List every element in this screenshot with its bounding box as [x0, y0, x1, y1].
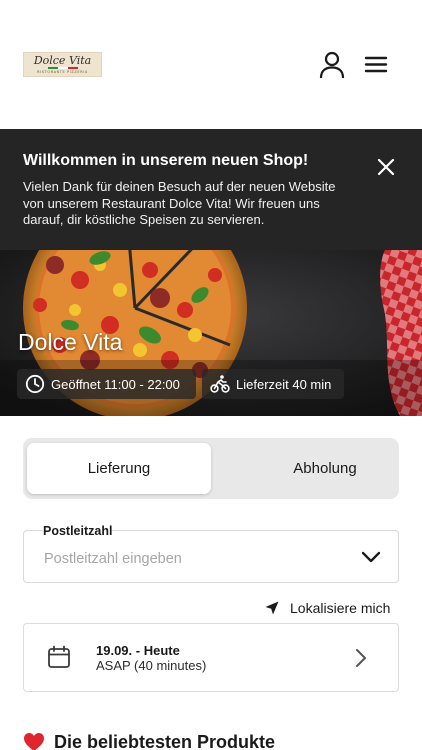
heart-icon	[24, 733, 44, 750]
delivery-time-selector[interactable]: 19.09. - Heute ASAP (40 minutes)	[23, 623, 399, 692]
chevron-right-icon	[356, 649, 366, 667]
banner-close-button[interactable]	[376, 157, 396, 177]
calendar-icon	[48, 645, 70, 668]
chevron-down-icon[interactable]	[361, 549, 381, 565]
location-arrow-icon	[265, 601, 279, 615]
user-icon	[319, 51, 345, 79]
restaurant-name: Dolce Vita	[18, 329, 123, 355]
opening-hours-text: Geöffnet 11:00 - 22:00	[51, 376, 180, 392]
delivery-time-badge: Lieferzeit 40 min	[202, 369, 344, 399]
account-button[interactable]	[318, 51, 346, 79]
logo-italian-stripe	[47, 67, 78, 69]
menu-button[interactable]	[362, 52, 390, 78]
postcode-input[interactable]	[44, 549, 344, 569]
restaurant-logo[interactable]: Dolce Vita RISTORANTE PIZZERIA	[23, 52, 102, 77]
locate-me-label: Lokalisiere mich	[290, 600, 391, 616]
popular-products-title: Die beliebtesten Produkte	[54, 731, 276, 750]
clock-icon	[25, 374, 45, 394]
logo-subtitle: RISTORANTE PIZZERIA	[37, 70, 88, 74]
opening-hours-badge: Geöffnet 11:00 - 22:00	[17, 369, 196, 399]
banner-text: Vielen Dank für deinen Besuch auf der ne…	[23, 179, 336, 227]
banner-title: Willkommen in unserem neuen Shop!	[23, 152, 309, 169]
close-icon	[377, 158, 395, 176]
page: Dolce Vita RISTORANTE PIZZERIA Willkomme…	[0, 0, 422, 750]
postcode-label: Postleitzahl	[43, 524, 113, 538]
hero-section: Dolce Vita Geöffnet 11:00 - 22:00 Liefer…	[0, 250, 422, 416]
menu-icon	[364, 56, 388, 73]
popular-products-heading: Die beliebtesten Produkte	[23, 731, 275, 750]
locate-me-button[interactable]: Lokalisiere mich	[265, 599, 390, 617]
schedule-time: ASAP (40 minutes)	[96, 658, 207, 673]
welcome-banner: Willkommen in unserem neuen Shop! Vielen…	[0, 129, 422, 250]
delivery-time-text: Lieferzeit 40 min	[236, 376, 332, 392]
logo-text: Dolce Vita	[33, 54, 92, 67]
order-type-toggle: Lieferung Abholung	[23, 438, 399, 499]
schedule-date: 19.09. - Heute	[96, 643, 180, 658]
delivery-option[interactable]: Lieferung	[27, 443, 211, 494]
header: Dolce Vita RISTORANTE PIZZERIA	[0, 0, 422, 129]
bicycle-courier-icon	[210, 375, 230, 393]
pickup-option[interactable]: Abholung	[233, 443, 417, 494]
